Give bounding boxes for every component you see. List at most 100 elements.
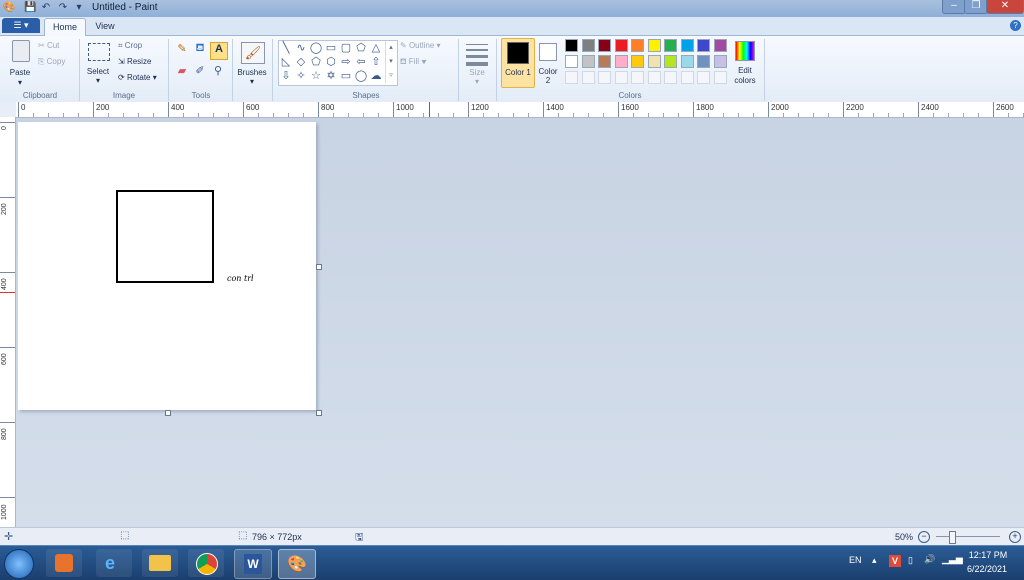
color2-button[interactable]: Color 2 [535, 38, 561, 86]
battery-icon[interactable]: ▯ [908, 555, 913, 566]
palette-swatch[interactable] [565, 39, 578, 52]
rotate-button[interactable]: ⟳ Rotate ▾ [118, 73, 157, 82]
palette-empty-swatch[interactable] [713, 71, 727, 84]
palette-swatch[interactable] [680, 39, 694, 52]
paste-button[interactable]: Paste ▾ [6, 38, 34, 87]
file-menu-button[interactable]: ☰ ▾ [2, 18, 40, 33]
undo-icon[interactable]: ↶ [40, 2, 52, 14]
crop-button[interactable]: ⌗ Crop [118, 41, 142, 51]
copy-button[interactable]: ⎘ Copy [38, 57, 65, 67]
color-picker-icon[interactable]: ✐ [192, 64, 208, 80]
curve-shape-icon[interactable]: ∿ [294, 42, 308, 54]
file-explorer-icon[interactable] [142, 549, 178, 577]
palette-empty-swatch[interactable] [664, 71, 677, 84]
hexagon-shape-icon[interactable]: ⬡ [324, 56, 338, 68]
palette-swatch[interactable] [664, 55, 677, 68]
magnifier-icon[interactable]: ⚲ [210, 64, 226, 80]
tab-home[interactable]: Home [44, 18, 86, 36]
palette-empty-swatch[interactable] [680, 71, 694, 84]
antivirus-tray-icon[interactable]: V [889, 555, 901, 567]
network-icon[interactable]: ▁▃▅ [942, 554, 963, 565]
palette-swatch[interactable] [713, 39, 727, 52]
pentagon-shape-icon[interactable]: ⬠ [309, 56, 323, 68]
paint-app-icon[interactable]: 🎨 [3, 2, 15, 14]
palette-swatch[interactable] [598, 55, 611, 68]
color1-button[interactable]: Color 1 [501, 38, 535, 88]
edit-colors-button[interactable]: Edit colors [733, 39, 757, 87]
oval-shape-icon[interactable]: ◯ [309, 42, 323, 54]
zoom-slider[interactable] [936, 536, 1000, 537]
shapes-scroll[interactable]: ▴ ▾ ▿ [385, 41, 396, 83]
help-icon[interactable]: ? [1010, 20, 1021, 31]
palette-empty-swatch[interactable] [581, 71, 595, 84]
tab-view[interactable]: View [88, 18, 122, 35]
palette-swatch[interactable] [631, 55, 644, 68]
palette-swatch[interactable] [581, 39, 595, 52]
internet-explorer-icon[interactable]: e [96, 549, 132, 577]
up-arrow-shape-icon[interactable]: ⇧ [369, 56, 383, 68]
palette-swatch[interactable] [680, 55, 694, 68]
chrome-icon[interactable] [188, 549, 224, 577]
palette-swatch[interactable] [664, 39, 677, 52]
select-button[interactable]: Select ▾ [84, 40, 112, 86]
start-button[interactable] [4, 549, 34, 579]
line-shape-icon[interactable]: ╲ [279, 42, 293, 54]
size-button[interactable]: Size ▾ [462, 40, 492, 86]
pencil-icon[interactable]: ✎ [174, 42, 190, 58]
right-arrow-shape-icon[interactable]: ⇨ [339, 56, 353, 68]
callout-shape-icon[interactable]: ▭ [339, 70, 353, 82]
rounded-rectangle-shape-icon[interactable]: ▢ [339, 42, 353, 54]
palette-swatch[interactable] [565, 55, 578, 68]
volume-icon[interactable]: 🔊 [924, 554, 935, 565]
zoom-in-button[interactable]: + [1009, 531, 1021, 543]
five-point-star-shape-icon[interactable]: ☆ [309, 70, 323, 82]
diamond-shape-icon[interactable]: ◇ [294, 56, 308, 68]
left-arrow-shape-icon[interactable]: ⇦ [354, 56, 368, 68]
rectangle-shape-icon[interactable]: ▭ [324, 42, 338, 54]
cloud-callout-shape-icon[interactable]: ☁ [369, 70, 383, 82]
minimize-button[interactable]: – [942, 0, 966, 14]
palette-empty-swatch[interactable] [631, 71, 644, 84]
outline-button[interactable]: ✎ Outline ▾ [400, 41, 441, 50]
palette-empty-swatch[interactable] [565, 71, 578, 84]
maximize-button[interactable]: ❐ [964, 0, 988, 14]
fill-bucket-icon[interactable]: ⛾ [192, 42, 208, 58]
zoom-slider-thumb[interactable] [949, 531, 956, 544]
brushes-button[interactable]: 🖌 Brushes ▾ [236, 40, 268, 86]
palette-swatch[interactable] [614, 55, 628, 68]
palette-swatch[interactable] [697, 55, 710, 68]
resize-button[interactable]: ⇲ Resize [118, 57, 151, 66]
palette-swatch[interactable] [614, 39, 628, 52]
four-point-star-shape-icon[interactable]: ✧ [294, 70, 308, 82]
paint-taskbar-icon[interactable]: 🎨 [278, 549, 316, 579]
redo-icon[interactable]: ↷ [57, 2, 69, 14]
media-player-icon[interactable] [46, 549, 82, 577]
resize-handle-bottom[interactable] [165, 410, 171, 416]
oval-callout-shape-icon[interactable]: ◯ [354, 70, 368, 82]
polygon-shape-icon[interactable]: ⬠ [354, 42, 368, 54]
word-icon[interactable]: W [234, 549, 272, 579]
palette-empty-swatch[interactable] [598, 71, 611, 84]
drawing-canvas[interactable]: con trl [18, 122, 316, 410]
down-arrow-shape-icon[interactable]: ⇩ [279, 70, 293, 82]
palette-swatch[interactable] [631, 39, 644, 52]
eraser-icon[interactable]: ▰ [174, 64, 190, 80]
palette-swatch[interactable] [713, 55, 727, 68]
text-tool-icon[interactable]: A [210, 42, 228, 60]
palette-swatch[interactable] [581, 55, 595, 68]
language-indicator[interactable]: EN [849, 555, 862, 565]
cut-button[interactable]: ✂ Cut [38, 41, 59, 50]
close-button[interactable]: ✕ [986, 0, 1024, 14]
save-icon[interactable]: 💾 [24, 2, 36, 14]
palette-empty-swatch[interactable] [647, 71, 661, 84]
fill-button[interactable]: ⛾ Fill ▾ [400, 57, 427, 67]
triangle-shape-icon[interactable]: △ [369, 42, 383, 54]
right-triangle-shape-icon[interactable]: ◺ [279, 56, 293, 68]
palette-swatch[interactable] [647, 39, 661, 52]
palette-swatch[interactable] [697, 39, 710, 52]
palette-empty-swatch[interactable] [697, 71, 710, 84]
customize-quick-access-icon[interactable]: ▾ [73, 2, 85, 14]
palette-swatch[interactable] [598, 39, 611, 52]
palette-swatch[interactable] [647, 55, 661, 68]
clock-time[interactable]: 12:17 PM [968, 550, 1008, 560]
